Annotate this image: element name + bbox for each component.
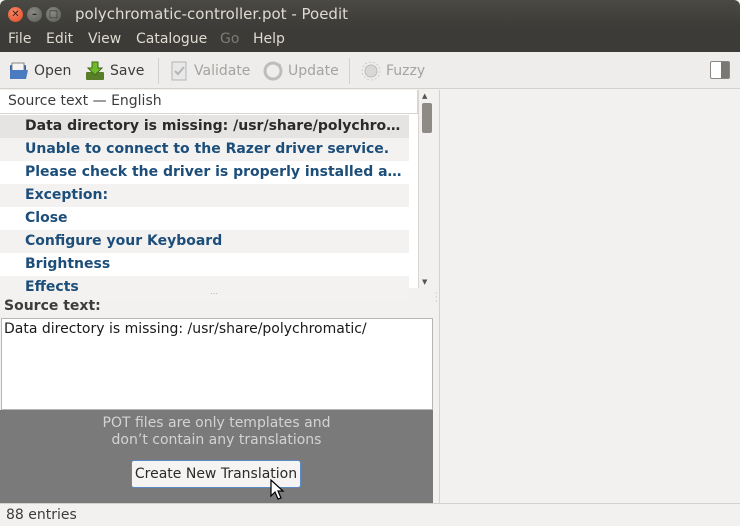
fuzzy-button[interactable]: Fuzzy	[360, 59, 425, 83]
scroll-up-icon[interactable]: ▲	[422, 92, 427, 100]
list-item[interactable]: Data directory is missing: /usr/share/po…	[0, 115, 409, 138]
save-button[interactable]: Save	[84, 59, 144, 83]
close-window-button[interactable]: ✕	[8, 7, 23, 22]
mouse-cursor-icon	[270, 479, 285, 500]
minimize-window-button[interactable]: –	[27, 7, 42, 22]
validate-label: Validate	[194, 63, 251, 79]
source-text-label: Source text:	[4, 298, 101, 314]
list-item[interactable]: Exception:	[0, 184, 409, 207]
menu-catalogue[interactable]: Catalogue	[136, 31, 207, 47]
pane-resize-handle[interactable]: ⋯	[210, 289, 218, 298]
save-label: Save	[110, 63, 145, 79]
list-item[interactable]: Please check the driver is properly inst…	[0, 161, 409, 184]
menu-go[interactable]: Go	[220, 31, 239, 47]
fuzzy-label: Fuzzy	[386, 63, 426, 79]
update-icon	[262, 60, 284, 82]
entries-rows: Data directory is missing: /usr/share/po…	[0, 115, 409, 299]
folder-open-icon	[8, 60, 30, 82]
menu-file[interactable]: File	[8, 31, 31, 47]
entries-list: Source text — English Data directory is …	[0, 90, 433, 299]
sidebar-toggle-button[interactable]	[710, 61, 730, 79]
save-icon	[84, 60, 106, 82]
menu-edit[interactable]: Edit	[46, 31, 73, 47]
vertical-resize-handle[interactable]: · · ·	[435, 290, 438, 306]
list-item[interactable]: Close	[0, 207, 409, 230]
pot-notice-message: POT files are only templates and don’t c…	[0, 415, 433, 449]
sidebar-panel	[439, 90, 740, 503]
open-label: Open	[34, 63, 72, 79]
scroll-down-icon[interactable]: ▼	[422, 278, 427, 286]
list-scrollbar[interactable]: ▲ ▼	[418, 90, 433, 288]
fuzzy-icon	[360, 60, 382, 82]
pot-notice-panel: POT files are only templates and don’t c…	[0, 410, 433, 503]
maximize-window-button[interactable]: □	[46, 7, 61, 22]
list-item[interactable]: Unable to connect to the Razer driver se…	[0, 138, 409, 161]
toolbar-separator-2	[349, 58, 350, 84]
scroll-thumb[interactable]	[422, 103, 432, 133]
validate-icon	[168, 60, 190, 82]
list-item[interactable]: Brightness	[0, 253, 409, 276]
list-item[interactable]: Effects	[0, 276, 409, 299]
menu-bar: File Edit View Catalogue Go Help	[0, 28, 740, 52]
status-bar: 88 entries	[0, 503, 740, 526]
update-label: Update	[288, 63, 339, 79]
list-column-header[interactable]: Source text — English	[0, 90, 418, 114]
title-bar: ✕ – □ polychromatic-controller.pot - Poe…	[0, 0, 740, 28]
menu-view[interactable]: View	[88, 31, 121, 47]
update-button[interactable]: Update	[262, 59, 339, 83]
menu-help[interactable]: Help	[253, 31, 285, 47]
source-text-field[interactable]: Data directory is missing: /usr/share/po…	[1, 318, 433, 410]
toolbar-separator	[158, 58, 159, 84]
toolbar: Open Save Validate Update Fuzzy	[0, 52, 740, 89]
pot-notice-line-2: don’t contain any translations	[111, 432, 322, 448]
entries-count: 88 entries	[6, 507, 77, 523]
window-title: polychromatic-controller.pot - Poedit	[75, 5, 348, 23]
open-button[interactable]: Open	[8, 59, 71, 83]
list-item[interactable]: Configure your Keyboard	[0, 230, 409, 253]
pot-notice-line-1: POT files are only templates and	[102, 415, 331, 431]
validate-button[interactable]: Validate	[168, 59, 250, 83]
